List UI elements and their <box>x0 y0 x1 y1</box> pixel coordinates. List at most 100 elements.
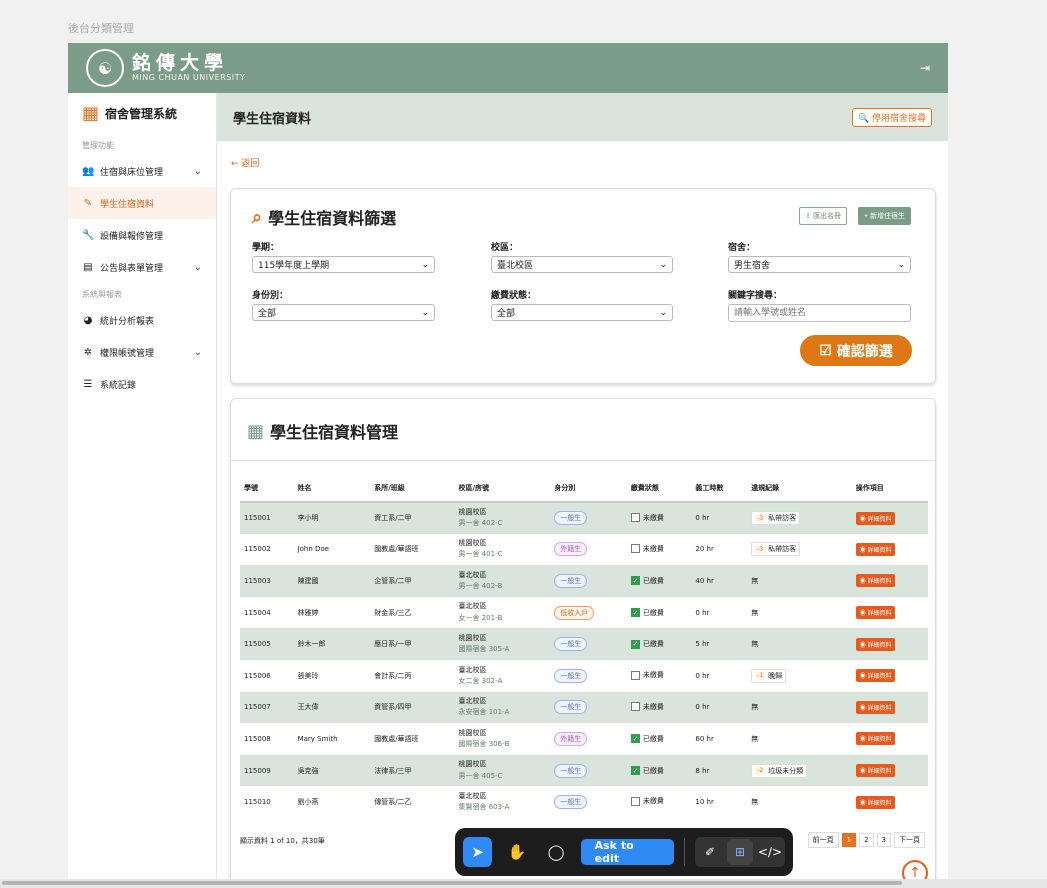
detail-button[interactable]: ◉ 詳細資料 <box>855 606 896 620</box>
back-link[interactable]: ← 返回 <box>231 156 259 169</box>
ask-to-edit-button[interactable]: Ask to edit <box>580 839 675 865</box>
payment-checkbox[interactable] <box>630 513 640 523</box>
column-header[interactable]: 操作項目 <box>851 474 928 503</box>
semester-select[interactable]: 115學年度上學期 ⌄ <box>252 256 435 273</box>
payment-status-text: 已繳費 <box>642 734 664 743</box>
disable-search-button[interactable]: 🔍 停用宿舍搜尋 <box>852 107 932 127</box>
keyword-search-input[interactable] <box>728 304 911 322</box>
users-icon: 👥 <box>82 165 95 177</box>
sidebar-item-announcements[interactable]: ▤ 公告與表單管理 ⌄ <box>68 251 216 283</box>
column-header[interactable]: 違規紀錄 <box>747 474 852 503</box>
name-cell: 吳克強 <box>297 766 319 775</box>
sidebar-item-bed-management[interactable]: 👥 住宿與床位管理 ⌄ <box>68 155 216 187</box>
detail-button[interactable]: ◉ 詳細資料 <box>855 542 896 556</box>
identity-select[interactable]: 全部 ⌄ <box>252 304 435 321</box>
department-cell: 財金系/三乙 <box>374 608 412 617</box>
column-header[interactable]: 姓名 <box>293 474 371 503</box>
payment-checkbox[interactable]: ✓ <box>630 766 640 776</box>
column-header[interactable]: 系所/班級 <box>370 474 455 503</box>
detail-button[interactable]: ◉ 詳細資料 <box>855 700 896 714</box>
volunteer-hours-cell: 8 hr <box>695 766 710 775</box>
page-button[interactable]: 1 <box>841 833 857 847</box>
detail-button[interactable]: ◉ 詳細資料 <box>855 669 896 683</box>
prev-page-button[interactable]: 前一頁 <box>807 832 839 848</box>
sidebar-item-permissions[interactable]: ✲ 權限帳號管理 ⌄ <box>68 336 216 368</box>
chevron-down-icon: ⌄ <box>421 259 429 270</box>
horizontal-scrollbar[interactable] <box>0 879 1047 888</box>
action-cell: ◉ 詳細資料 <box>852 565 928 597</box>
detail-button[interactable]: ◉ 詳細資料 <box>855 795 896 809</box>
violation-points: -1 <box>755 672 766 680</box>
identity-badge: 一般生 <box>554 700 588 715</box>
payment-checkbox[interactable]: ✓ <box>630 734 640 744</box>
plus-icon: + <box>863 213 869 220</box>
column-header[interactable]: 繳費狀態 <box>626 474 692 503</box>
page-caption: 後台分類管理 <box>68 22 134 35</box>
room-text: 國際宿舍 305-A <box>458 645 510 654</box>
logout-icon[interactable]: ⇥ <box>920 61 930 75</box>
dorm-select[interactable]: 男生宿舍 ⌄ <box>728 256 911 273</box>
sidebar-item-equipment[interactable]: 🔧 設備與報修管理 <box>68 219 216 251</box>
inspect-icon[interactable]: ⊞ <box>727 839 753 865</box>
university-logo[interactable]: ☯ 銘傳大學 MING CHUAN UNIVERSITY <box>86 49 245 87</box>
detail-button[interactable]: ◉ 詳細資料 <box>855 637 896 651</box>
detail-button[interactable]: ◉ 詳細資料 <box>855 511 896 525</box>
payment-checkbox[interactable]: ✓ <box>630 608 640 618</box>
detail-button[interactable]: ◉ 詳細資料 <box>855 732 896 746</box>
sidebar-item-logs[interactable]: ☰ 系統記錄 <box>68 368 216 400</box>
campus-room-cell: 臺北校區 女一舍 201-B <box>455 597 551 629</box>
action-cell: ◉ 詳細資料 <box>852 628 928 660</box>
payment-status-text: 已繳費 <box>642 576 664 585</box>
identity-cell: 一般生 <box>550 565 627 597</box>
campus-select[interactable]: 臺北校區 ⌄ <box>491 256 673 273</box>
hand-icon[interactable]: ✋ <box>502 837 531 867</box>
identity-badge: 一般生 <box>554 573 588 588</box>
document-icon: ▤ <box>83 261 93 273</box>
code-icon[interactable]: </> <box>757 839 783 865</box>
next-page-button[interactable]: 下一頁 <box>894 832 925 848</box>
page-button[interactable]: 3 <box>876 833 891 847</box>
payment-checkbox[interactable] <box>630 702 640 712</box>
add-student-button[interactable]: + 新增住宿生 <box>857 207 911 225</box>
violation-badge: -3 私帶訪客 <box>751 542 801 557</box>
campus-room-cell: 臺北校區 永安宿舍 101-A <box>455 692 551 724</box>
payment-checkbox[interactable]: ✓ <box>630 576 640 586</box>
keyword-label: 關鍵字搜尋： <box>728 291 783 301</box>
payment-checkbox[interactable] <box>630 796 640 806</box>
identity-cell: 一般生 <box>550 692 627 724</box>
violation-cell: 無 <box>747 692 852 724</box>
scrollbar-thumb[interactable] <box>2 881 902 885</box>
column-header[interactable]: 學號 <box>240 474 294 503</box>
detail-button[interactable]: ◉ 詳細資料 <box>855 764 896 778</box>
payment-label: 繳費狀態： <box>491 291 537 301</box>
column-header[interactable]: 校區/房號 <box>454 474 551 503</box>
payment-status-text: 未繳費 <box>642 702 664 711</box>
draw-icon[interactable]: ✐ <box>697 839 723 865</box>
export-roster-button[interactable]: ⇪ 匯出名冊 <box>799 207 847 225</box>
comment-icon[interactable]: ◯ <box>541 837 570 867</box>
payment-select[interactable]: 全部 ⌄ <box>491 304 673 321</box>
payment-cell: 未繳費 <box>627 692 691 724</box>
sidebar-item-statistics[interactable]: ◕ 統計分析報表 <box>68 304 216 336</box>
student-id-cell: 115010 <box>244 798 271 807</box>
check-inbox-icon: ☑ <box>819 342 832 358</box>
identity-cell: 外籍生 <box>550 534 627 566</box>
filter-title: ⌕ 學生住宿資料篩選 <box>252 206 397 229</box>
violation-text: 私帶訪客 <box>768 545 797 554</box>
page-button[interactable]: 2 <box>859 833 874 847</box>
cursor-icon[interactable]: ➤ <box>463 837 493 867</box>
payment-checkbox[interactable] <box>630 670 640 680</box>
payment-checkbox[interactable] <box>630 544 640 554</box>
violation-cell: -3 私帶訪客 <box>747 534 852 566</box>
confirm-filter-button[interactable]: ☑ 確認篩選 <box>800 335 912 366</box>
detail-button[interactable]: ◉ 詳細資料 <box>855 574 896 588</box>
student-id-cell: 115001 <box>244 514 271 523</box>
column-header[interactable]: 身分別 <box>550 474 627 503</box>
sidebar-item-student-records[interactable]: ✎ 學生住宿資料 <box>68 187 216 219</box>
violation-cell: 無 <box>747 723 852 755</box>
payment-checkbox[interactable]: ✓ <box>630 639 640 649</box>
column-header[interactable]: 義工時數 <box>691 474 748 503</box>
violation-text: 晚歸 <box>768 671 783 680</box>
student-id-cell: 115005 <box>244 640 271 649</box>
building-icon: ▦ <box>82 103 100 124</box>
